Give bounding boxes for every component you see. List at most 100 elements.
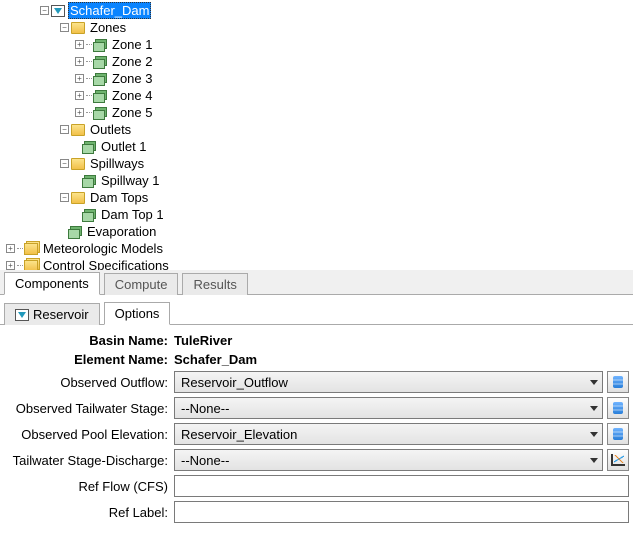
tree-node-meteorologic[interactable]: + Meteorologic Models: [0, 240, 633, 257]
reservoir-icon: [51, 5, 65, 17]
expand-icon[interactable]: +: [75, 108, 84, 117]
element-name-value: Schafer_Dam: [174, 352, 257, 367]
tree-label: Spillway 1: [99, 173, 162, 188]
tree-label-selected[interactable]: Schafer_Dam: [68, 2, 151, 19]
folder-stack-icon: [24, 243, 38, 255]
folder-icon: [71, 158, 85, 170]
folder-icon: [71, 124, 85, 136]
tree-label: Outlet 1: [99, 139, 149, 154]
zone-icon: [93, 73, 107, 85]
tree-node-spillways[interactable]: − Spillways: [0, 155, 633, 172]
basin-name-value: TuleRiver: [174, 333, 232, 348]
observed-tailwater-select[interactable]: --None--: [174, 397, 603, 419]
zone-icon: [93, 56, 107, 68]
row-element-name: Element Name: Schafer_Dam: [4, 352, 629, 367]
tree-label: Zone 1: [110, 37, 154, 52]
tree-node-outlet[interactable]: Outlet 1: [0, 138, 633, 155]
zone-icon: [93, 39, 107, 51]
expand-icon[interactable]: +: [75, 91, 84, 100]
chart-icon: [611, 454, 625, 466]
tree-label: Outlets: [88, 122, 133, 137]
options-form: Basin Name: TuleRiver Element Name: Scha…: [0, 325, 633, 535]
tree-label: Dam Top 1: [99, 207, 166, 222]
tree-node-zone[interactable]: + Zone 2: [0, 53, 633, 70]
tree-node-zones[interactable]: − Zones: [0, 19, 633, 36]
tailwater-discharge-chart-button[interactable]: [607, 449, 629, 471]
observed-outflow-select[interactable]: Reservoir_Outflow: [174, 371, 603, 393]
chevron-down-icon: [590, 432, 598, 437]
observed-tailwater-browse-button[interactable]: [607, 397, 629, 419]
collapse-icon[interactable]: −: [40, 6, 49, 15]
row-observed-outflow: Observed Outflow: Reservoir_Outflow: [4, 371, 629, 393]
tab-components[interactable]: Components: [4, 272, 100, 295]
folder-icon: [71, 192, 85, 204]
main-tab-strip: Components Compute Results: [0, 270, 633, 295]
tree-label: Zone 4: [110, 88, 154, 103]
tree-label: Dam Tops: [88, 190, 150, 205]
ref-flow-input[interactable]: [174, 475, 629, 497]
watershed-tree[interactable]: − Schafer_Dam − Zones + Zone 1 + Zone 2 …: [0, 0, 633, 270]
tree-label: Evaporation: [85, 224, 158, 239]
expand-icon[interactable]: +: [75, 74, 84, 83]
collapse-icon[interactable]: −: [60, 159, 69, 168]
tree-node-zone[interactable]: + Zone 1: [0, 36, 633, 53]
ref-label-input[interactable]: [174, 501, 629, 523]
observed-outflow-label: Observed Outflow:: [4, 375, 174, 390]
tree-node-zone[interactable]: + Zone 5: [0, 104, 633, 121]
tab-compute[interactable]: Compute: [104, 273, 179, 295]
select-value: Reservoir_Outflow: [181, 375, 288, 390]
tree-label: Zones: [88, 20, 128, 35]
database-icon: [613, 428, 623, 440]
zone-icon: [93, 107, 107, 119]
sub-tab-strip: Reservoir Options: [0, 295, 633, 325]
outlet-icon: [82, 141, 96, 153]
database-icon: [613, 376, 623, 388]
tree-node-evaporation[interactable]: Evaporation: [0, 223, 633, 240]
expand-icon[interactable]: +: [6, 244, 15, 253]
tree-node-schafer-dam[interactable]: − Schafer_Dam: [0, 2, 633, 19]
expand-icon[interactable]: +: [6, 261, 15, 270]
database-icon: [613, 402, 623, 414]
tree-node-damtop[interactable]: Dam Top 1: [0, 206, 633, 223]
observed-pool-browse-button[interactable]: [607, 423, 629, 445]
tree-node-zone[interactable]: + Zone 4: [0, 87, 633, 104]
zone-icon: [93, 90, 107, 102]
observed-pool-select[interactable]: Reservoir_Elevation: [174, 423, 603, 445]
tree-label: Zone 5: [110, 105, 154, 120]
observed-pool-label: Observed Pool Elevation:: [4, 427, 174, 442]
tab-options[interactable]: Options: [104, 302, 171, 325]
collapse-icon[interactable]: −: [60, 193, 69, 202]
observed-outflow-browse-button[interactable]: [607, 371, 629, 393]
tab-results[interactable]: Results: [182, 273, 247, 295]
expand-icon[interactable]: +: [75, 57, 84, 66]
tree-label: Control Specifications: [41, 258, 171, 270]
tree-node-outlets[interactable]: − Outlets: [0, 121, 633, 138]
tailwater-discharge-select[interactable]: --None--: [174, 449, 603, 471]
select-value: Reservoir_Elevation: [181, 427, 297, 442]
reservoir-icon: [15, 309, 29, 321]
tree-node-control-specs[interactable]: + Control Specifications: [0, 257, 633, 270]
chevron-down-icon: [590, 406, 598, 411]
element-name-label: Element Name:: [4, 352, 174, 367]
expand-icon[interactable]: +: [75, 40, 84, 49]
tree-node-spillway[interactable]: Spillway 1: [0, 172, 633, 189]
spillway-icon: [82, 175, 96, 187]
folder-icon: [71, 22, 85, 34]
row-observed-pool: Observed Pool Elevation: Reservoir_Eleva…: [4, 423, 629, 445]
observed-tailwater-label: Observed Tailwater Stage:: [4, 401, 174, 416]
tree-node-zone[interactable]: + Zone 3: [0, 70, 633, 87]
tree-label: Zone 3: [110, 71, 154, 86]
chevron-down-icon: [590, 458, 598, 463]
tab-reservoir[interactable]: Reservoir: [4, 303, 100, 325]
tab-options-label: Options: [115, 306, 160, 321]
tree-label: Zone 2: [110, 54, 154, 69]
collapse-icon[interactable]: −: [60, 125, 69, 134]
select-value: --None--: [181, 453, 229, 468]
row-basin-name: Basin Name: TuleRiver: [4, 333, 629, 348]
row-ref-flow: Ref Flow (CFS): [4, 475, 629, 497]
folder-stack-icon: [24, 260, 38, 271]
tailwater-discharge-label: Tailwater Stage-Discharge:: [4, 453, 174, 468]
collapse-icon[interactable]: −: [60, 23, 69, 32]
tree-node-damtops[interactable]: − Dam Tops: [0, 189, 633, 206]
chevron-down-icon: [590, 380, 598, 385]
